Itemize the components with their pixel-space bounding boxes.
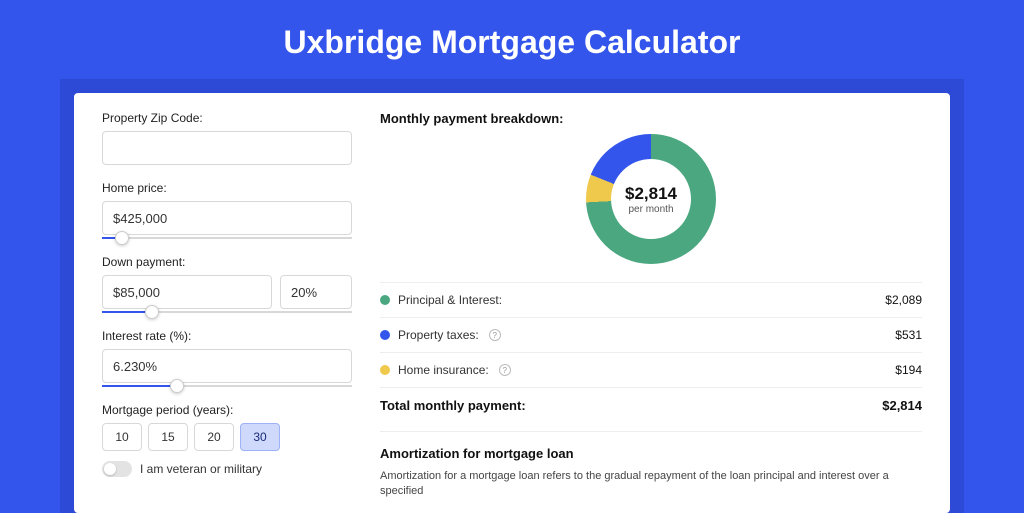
down-payment-input[interactable] xyxy=(102,275,272,309)
breakdown-item-label: Home insurance: xyxy=(398,363,489,377)
amortization-block: Amortization for mortgage loan Amortizat… xyxy=(380,431,922,500)
period-block: Mortgage period (years): 10152030 xyxy=(102,403,352,451)
breakdown-row: Property taxes:? $531 xyxy=(380,317,922,352)
breakdown-row: Home insurance:? $194 xyxy=(380,352,922,387)
breakdown-item-label: Property taxes: xyxy=(398,328,479,342)
down-payment-slider[interactable] xyxy=(102,311,352,313)
down-payment-label: Down payment: xyxy=(102,255,352,269)
donut-chart: $2,814 per month xyxy=(586,134,716,264)
donut-sub: per month xyxy=(628,204,673,215)
legend-dot xyxy=(380,295,390,305)
breakdown-panel: Monthly payment breakdown: $2,814 per mo… xyxy=(380,111,922,513)
amortization-text: Amortization for a mortgage loan refers … xyxy=(380,469,922,500)
breakdown-row-left: Home insurance:? xyxy=(380,363,511,377)
period-btn-15[interactable]: 15 xyxy=(148,423,188,451)
legend-dot xyxy=(380,330,390,340)
period-label: Mortgage period (years): xyxy=(102,403,352,417)
veteran-label: I am veteran or military xyxy=(140,462,262,476)
page-title: Uxbridge Mortgage Calculator xyxy=(0,0,1024,79)
slider-thumb[interactable] xyxy=(145,305,159,319)
slider-thumb[interactable] xyxy=(170,379,184,393)
breakdown-row-left: Principal & Interest: xyxy=(380,293,502,307)
donut-center: $2,814 per month xyxy=(611,159,691,239)
veteran-toggle[interactable] xyxy=(102,461,132,477)
down-payment-pct-input[interactable] xyxy=(280,275,352,309)
period-btn-20[interactable]: 20 xyxy=(194,423,234,451)
breakdown-item-value: $2,089 xyxy=(885,293,922,307)
veteran-toggle-row: I am veteran or military xyxy=(102,461,352,477)
zip-input[interactable] xyxy=(102,131,352,165)
calculator-card: Property Zip Code: Home price: Down paym… xyxy=(74,93,950,513)
interest-input[interactable] xyxy=(102,349,352,383)
breakdown-row-left: Property taxes:? xyxy=(380,328,501,342)
total-value: $2,814 xyxy=(882,398,922,413)
zip-field-block: Property Zip Code: xyxy=(102,111,352,165)
breakdown-item-label: Principal & Interest: xyxy=(398,293,502,307)
period-btn-10[interactable]: 10 xyxy=(102,423,142,451)
interest-block: Interest rate (%): xyxy=(102,329,352,387)
down-payment-block: Down payment: xyxy=(102,255,352,313)
interest-label: Interest rate (%): xyxy=(102,329,352,343)
info-icon[interactable]: ? xyxy=(499,364,511,376)
info-icon[interactable]: ? xyxy=(489,329,501,341)
home-price-label: Home price: xyxy=(102,181,352,195)
slider-thumb[interactable] xyxy=(115,231,129,245)
legend-dot xyxy=(380,365,390,375)
slider-fill xyxy=(102,385,177,387)
amortization-title: Amortization for mortgage loan xyxy=(380,446,922,461)
breakdown-title: Monthly payment breakdown: xyxy=(380,111,922,126)
donut-value: $2,814 xyxy=(625,184,677,204)
breakdown-item-value: $531 xyxy=(895,328,922,342)
period-btn-30[interactable]: 30 xyxy=(240,423,280,451)
breakdown-row: Principal & Interest: $2,089 xyxy=(380,282,922,317)
total-label: Total monthly payment: xyxy=(380,398,526,413)
period-options: 10152030 xyxy=(102,423,352,451)
form-panel: Property Zip Code: Home price: Down paym… xyxy=(102,111,352,513)
total-row: Total monthly payment: $2,814 xyxy=(380,387,922,423)
interest-slider[interactable] xyxy=(102,385,352,387)
home-price-block: Home price: xyxy=(102,181,352,239)
breakdown-list: Principal & Interest: $2,089 Property taxe… xyxy=(380,282,922,387)
card-backdrop: Property Zip Code: Home price: Down paym… xyxy=(60,79,964,513)
zip-label: Property Zip Code: xyxy=(102,111,352,125)
home-price-input[interactable] xyxy=(102,201,352,235)
breakdown-item-value: $194 xyxy=(895,363,922,377)
home-price-slider[interactable] xyxy=(102,237,352,239)
